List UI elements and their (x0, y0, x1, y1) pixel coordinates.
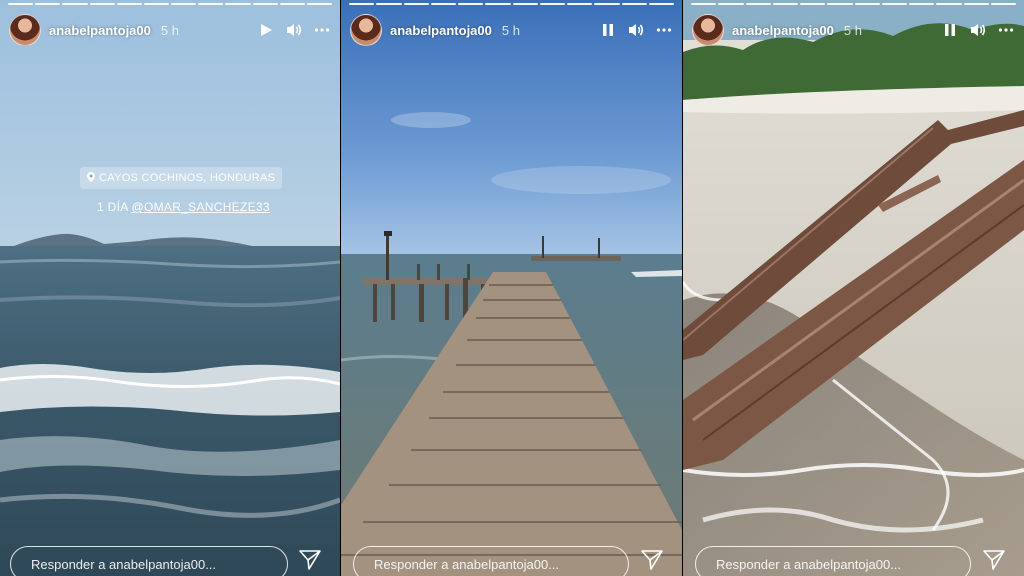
story-image-pier (341, 0, 682, 576)
post-time: 5 h (501, 22, 520, 38)
story-header: anabelpantoja00 5 h (350, 12, 672, 48)
progress-segment (963, 3, 989, 5)
progress-segment (881, 3, 907, 5)
avatar[interactable] (9, 14, 41, 46)
story-progress (8, 3, 333, 5)
progress-segment (376, 3, 402, 5)
reply-placeholder: Responder a anabelpantoja00... (31, 556, 217, 572)
progress-segment (458, 3, 484, 5)
username[interactable]: anabelpantoja00 (732, 23, 834, 38)
volume-icon[interactable] (286, 22, 302, 38)
story-header: anabelpantoja00 5 h (9, 12, 330, 48)
progress-segment (485, 3, 511, 5)
progress-segment (936, 3, 962, 5)
story-image-sea (0, 0, 340, 576)
progress-segment (198, 3, 224, 5)
progress-segment (35, 3, 61, 5)
reply-input[interactable]: Responder a anabelpantoja00... (10, 546, 288, 576)
mention-sticker: 1 DÍA @OMAR_SANCHEZE33 (97, 200, 270, 214)
send-icon[interactable] (298, 548, 322, 572)
progress-segment (800, 3, 826, 5)
story-image-beach-logs (683, 0, 1024, 576)
progress-segment (512, 3, 538, 5)
story-panel-3[interactable]: anabelpantoja00 5 h Responder a anabelpa… (683, 0, 1024, 576)
location-sticker[interactable]: CAYOS COCHINOS, HONDURAS (80, 167, 283, 189)
mention-handle[interactable]: @OMAR_SANCHEZE33 (132, 200, 270, 214)
volume-icon[interactable] (628, 22, 644, 38)
progress-segment (909, 3, 935, 5)
story-controls (942, 22, 1014, 38)
story-header: anabelpantoja00 5 h (692, 12, 1014, 48)
progress-segment (143, 3, 170, 5)
progress-segment (403, 3, 429, 5)
send-icon[interactable] (640, 548, 664, 572)
progress-segment (621, 3, 647, 5)
progress-segment (772, 3, 798, 5)
progress-segment (306, 3, 333, 5)
progress-segment (279, 3, 305, 5)
progress-segment (116, 3, 142, 5)
progress-segment (8, 3, 34, 5)
progress-segment (225, 3, 251, 5)
post-time: 5 h (843, 22, 862, 38)
volume-icon[interactable] (970, 22, 986, 38)
progress-segment (745, 3, 771, 5)
reply-input[interactable]: Responder a anabelpantoja00... (353, 546, 629, 576)
more-options-icon[interactable] (656, 22, 672, 38)
progress-segment (648, 3, 674, 5)
story-controls (600, 22, 672, 38)
avatar[interactable] (350, 14, 382, 46)
username[interactable]: anabelpantoja00 (390, 23, 492, 38)
location-pin-icon (87, 171, 95, 185)
send-icon[interactable] (982, 548, 1006, 572)
progress-segment (252, 3, 278, 5)
story-panel-1[interactable]: anabelpantoja00 5 h CAYOS COCHINOS, HOND… (0, 0, 340, 576)
reply-placeholder: Responder a anabelpantoja00... (716, 556, 902, 572)
progress-segment (718, 3, 744, 5)
progress-segment (990, 3, 1016, 5)
mention-prefix: 1 DÍA (97, 200, 129, 214)
story-panel-2[interactable]: anabelpantoja00 5 h Responder a anabelpa… (341, 0, 682, 576)
progress-segment (539, 3, 565, 5)
avatar[interactable] (692, 14, 724, 46)
progress-segment (349, 3, 375, 5)
progress-segment (594, 3, 620, 5)
story-controls (258, 22, 330, 38)
progress-segment (62, 3, 88, 5)
story-progress (349, 3, 674, 5)
reply-input[interactable]: Responder a anabelpantoja00... (695, 546, 971, 576)
reply-placeholder: Responder a anabelpantoja00... (374, 556, 560, 572)
pause-icon[interactable] (600, 22, 616, 38)
progress-segment (89, 3, 115, 5)
progress-segment (691, 3, 717, 5)
progress-segment (827, 3, 853, 5)
progress-segment (430, 3, 456, 5)
more-options-icon[interactable] (314, 22, 330, 38)
progress-segment (854, 3, 880, 5)
progress-segment (171, 3, 197, 5)
post-time: 5 h (160, 22, 179, 38)
username[interactable]: anabelpantoja00 (49, 23, 151, 38)
pause-icon[interactable] (942, 22, 958, 38)
location-text: CAYOS COCHINOS, HONDURAS (99, 172, 276, 184)
progress-segment (567, 3, 593, 5)
story-progress (691, 3, 1016, 5)
play-icon[interactable] (258, 22, 274, 38)
more-options-icon[interactable] (998, 22, 1014, 38)
